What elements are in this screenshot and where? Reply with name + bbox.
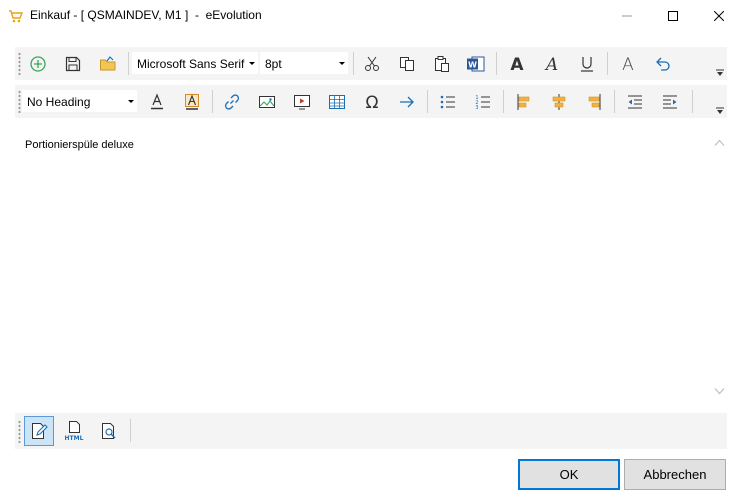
close-button[interactable] (696, 0, 742, 31)
scroll-up-icon[interactable] (714, 136, 725, 150)
table-icon[interactable] (323, 89, 351, 114)
preview-magnifier-icon (102, 423, 116, 439)
underline-icon[interactable] (573, 51, 601, 76)
title-bar: Einkauf - [ QSMAINDEV, M1 ] - eEvolution (0, 0, 742, 31)
chevron-down-icon (339, 62, 345, 65)
html-source-icon: HTML (65, 421, 84, 442)
svg-text:A: A (544, 55, 558, 73)
align-right-icon[interactable] (580, 89, 608, 114)
cancel-button[interactable]: Abbrechen (624, 459, 726, 490)
minimize-button[interactable] (604, 0, 650, 31)
font-size-value: 8pt (265, 57, 282, 71)
undo-icon[interactable] (649, 51, 677, 76)
omega-special-char-icon[interactable]: Ω (358, 89, 386, 114)
cut-icon[interactable] (358, 51, 386, 76)
highlight-color-icon[interactable] (178, 89, 206, 114)
heading-value: No Heading (27, 95, 91, 109)
copy-icon[interactable] (393, 51, 421, 76)
toolbar-overflow-button[interactable] (713, 47, 727, 80)
maximize-button[interactable] (650, 0, 696, 31)
toolbar-overflow-button[interactable] (713, 85, 727, 118)
link-icon[interactable] (218, 89, 246, 114)
chevron-down-icon (249, 62, 255, 65)
bullet-list-icon[interactable] (434, 89, 462, 114)
svg-text:Ω: Ω (366, 93, 379, 111)
formatting-toolbar: Microsoft Sans Serif 8pt W A A A (15, 47, 727, 80)
edit-document-icon (32, 423, 48, 439)
svg-text:HTML: HTML (65, 435, 84, 442)
align-center-icon[interactable] (545, 89, 573, 114)
design-view-button[interactable] (24, 416, 54, 446)
svg-text:3: 3 (475, 105, 478, 111)
editor-area[interactable]: Portionierspüle deluxe (15, 124, 712, 407)
arrow-right-icon[interactable] (393, 89, 421, 114)
video-icon[interactable] (288, 89, 316, 114)
new-document-icon[interactable] (24, 51, 52, 76)
vertical-scrollbar[interactable] (712, 124, 727, 407)
heading-select[interactable]: No Heading (22, 90, 137, 112)
svg-text:W: W (468, 60, 477, 69)
toolbar-grip[interactable] (18, 90, 21, 113)
ok-button[interactable]: OK (518, 459, 620, 490)
outdent-icon[interactable] (621, 89, 649, 114)
insert-toolbar: No Heading Ω 123 (15, 85, 727, 118)
font-name-select[interactable]: Microsoft Sans Serif (132, 52, 258, 74)
clear-format-icon[interactable]: A (614, 51, 642, 76)
editor-content[interactable]: Portionierspüle deluxe (25, 139, 134, 151)
save-icon[interactable] (59, 51, 87, 76)
toolbar-grip[interactable] (18, 52, 21, 75)
word-icon[interactable]: W (462, 51, 490, 76)
indent-icon[interactable] (656, 89, 684, 114)
shopping-cart-icon (8, 8, 24, 24)
toolbar-grip[interactable] (18, 420, 21, 443)
html-view-button[interactable]: HTML (59, 416, 89, 446)
align-left-icon[interactable] (510, 89, 538, 114)
scroll-down-icon[interactable] (714, 384, 725, 398)
svg-text:A: A (622, 55, 634, 73)
svg-text:A: A (510, 55, 524, 73)
open-folder-icon[interactable] (94, 51, 122, 76)
font-color-icon[interactable] (143, 89, 171, 114)
chevron-down-icon (128, 100, 134, 103)
italic-font-icon[interactable]: A (538, 51, 566, 76)
bold-font-icon[interactable]: A (503, 51, 531, 76)
numbered-list-icon[interactable]: 123 (469, 89, 497, 114)
view-mode-bar: HTML (15, 413, 727, 449)
font-size-select[interactable]: 8pt (260, 52, 348, 74)
image-icon[interactable] (253, 89, 281, 114)
window-title: Einkauf - [ QSMAINDEV, M1 ] - eEvolution (30, 8, 262, 22)
paste-icon[interactable] (428, 51, 456, 76)
preview-button[interactable] (94, 416, 124, 446)
font-name-value: Microsoft Sans Serif (137, 57, 245, 71)
